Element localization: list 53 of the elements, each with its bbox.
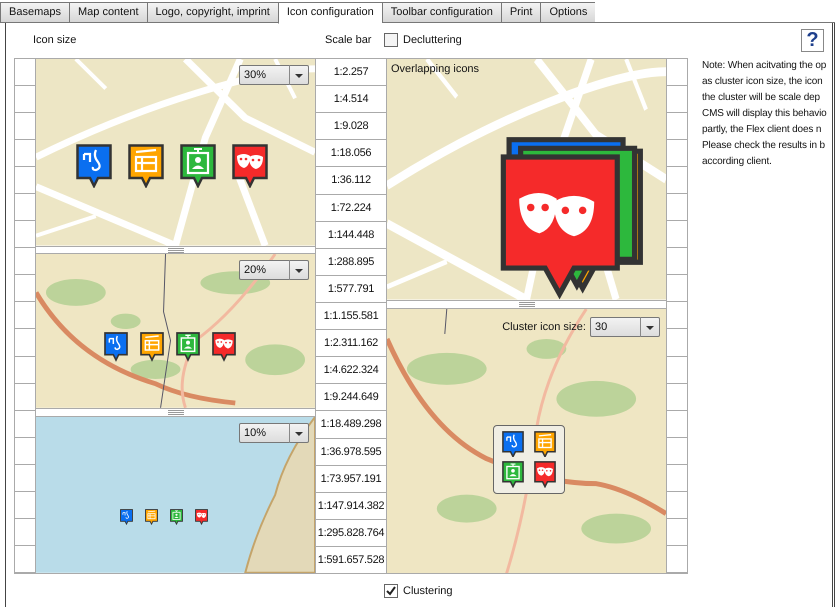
scale-value: 1:9.028 <box>316 113 386 140</box>
tab[interactable]: Toolbar configuration <box>382 2 501 23</box>
tab[interactable]: Icon configuration <box>278 2 382 24</box>
scale-value: 1:1.155.581 <box>316 302 386 330</box>
scale-value: 1:36.978.595 <box>316 438 386 466</box>
scale-value: 1:144.448 <box>316 222 386 249</box>
scale-value: 1:18.489.298 <box>316 411 386 439</box>
scale-value: 1:4.622.324 <box>316 357 386 384</box>
icon-size-dropdown[interactable]: 10% <box>239 423 309 444</box>
cluster-icon-size-dropdown[interactable]: 30 <box>590 316 660 337</box>
woodland-patch <box>581 513 652 544</box>
scale-value: 1:72.224 <box>316 194 386 222</box>
note-text: as cluster icon size, the icon <box>702 75 824 89</box>
scale-value: 1:18.056 <box>316 140 386 168</box>
note-text: Please check the results in b <box>702 139 826 153</box>
tab[interactable]: Options <box>540 2 596 23</box>
scale-value: 1:147.914.382 <box>316 492 386 520</box>
help-button[interactable]: ? <box>801 28 824 52</box>
clustering-label: Clustering <box>403 585 453 597</box>
note-text: according client. <box>702 155 773 169</box>
note-text: partly, the Flex client does n <box>702 123 822 137</box>
tab[interactable]: Logo, copyright, imprint <box>146 2 278 23</box>
tab[interactable]: Print <box>500 2 540 23</box>
scale-value: 1:36.112 <box>316 167 386 195</box>
resize-handle-icon[interactable] <box>168 248 184 252</box>
scale-value: 1:2.311.162 <box>316 330 386 358</box>
clustering-checkbox[interactable] <box>384 584 398 598</box>
icon-size-dropdown[interactable]: 30% <box>239 65 309 85</box>
scale-value: 1:9.244.649 <box>316 384 386 412</box>
scale-value: 1:4.514 <box>316 86 386 114</box>
scale-value: 1:295.828.764 <box>316 520 386 547</box>
woodland-patch <box>526 338 566 358</box>
note-text: CMS will display this behavio <box>702 107 827 121</box>
scale-value: 1:73.957.191 <box>316 466 386 493</box>
resize-handle-icon[interactable] <box>518 302 534 307</box>
decluttering-checkbox[interactable] <box>384 33 398 47</box>
woodland-patch <box>436 494 497 522</box>
scale-bar-label: Scale bar <box>325 34 372 46</box>
icon-size-label: Icon size <box>33 34 78 46</box>
scale-value: 1:288.895 <box>316 248 386 276</box>
scale-value: 1:591.657.528 <box>316 553 386 568</box>
icon-size-dropdown[interactable]: 20% <box>239 260 309 280</box>
scale-value: 1:2.257 <box>316 59 386 86</box>
decluttering-label: Decluttering <box>403 34 462 46</box>
tab[interactable]: Basemaps <box>0 2 69 23</box>
overlapping-icons-label: Overlapping icons <box>391 63 480 75</box>
cluster-icon-size-label: Cluster icon size: <box>502 320 586 333</box>
border-line <box>444 308 448 334</box>
note-text: Note: When acitvating the op <box>702 59 827 73</box>
tab[interactable]: Map content <box>68 2 147 23</box>
note-text: the cluster will be scale dep <box>702 91 821 105</box>
resize-handle-icon[interactable] <box>168 410 184 416</box>
scale-value: 1:577.791 <box>316 276 386 303</box>
